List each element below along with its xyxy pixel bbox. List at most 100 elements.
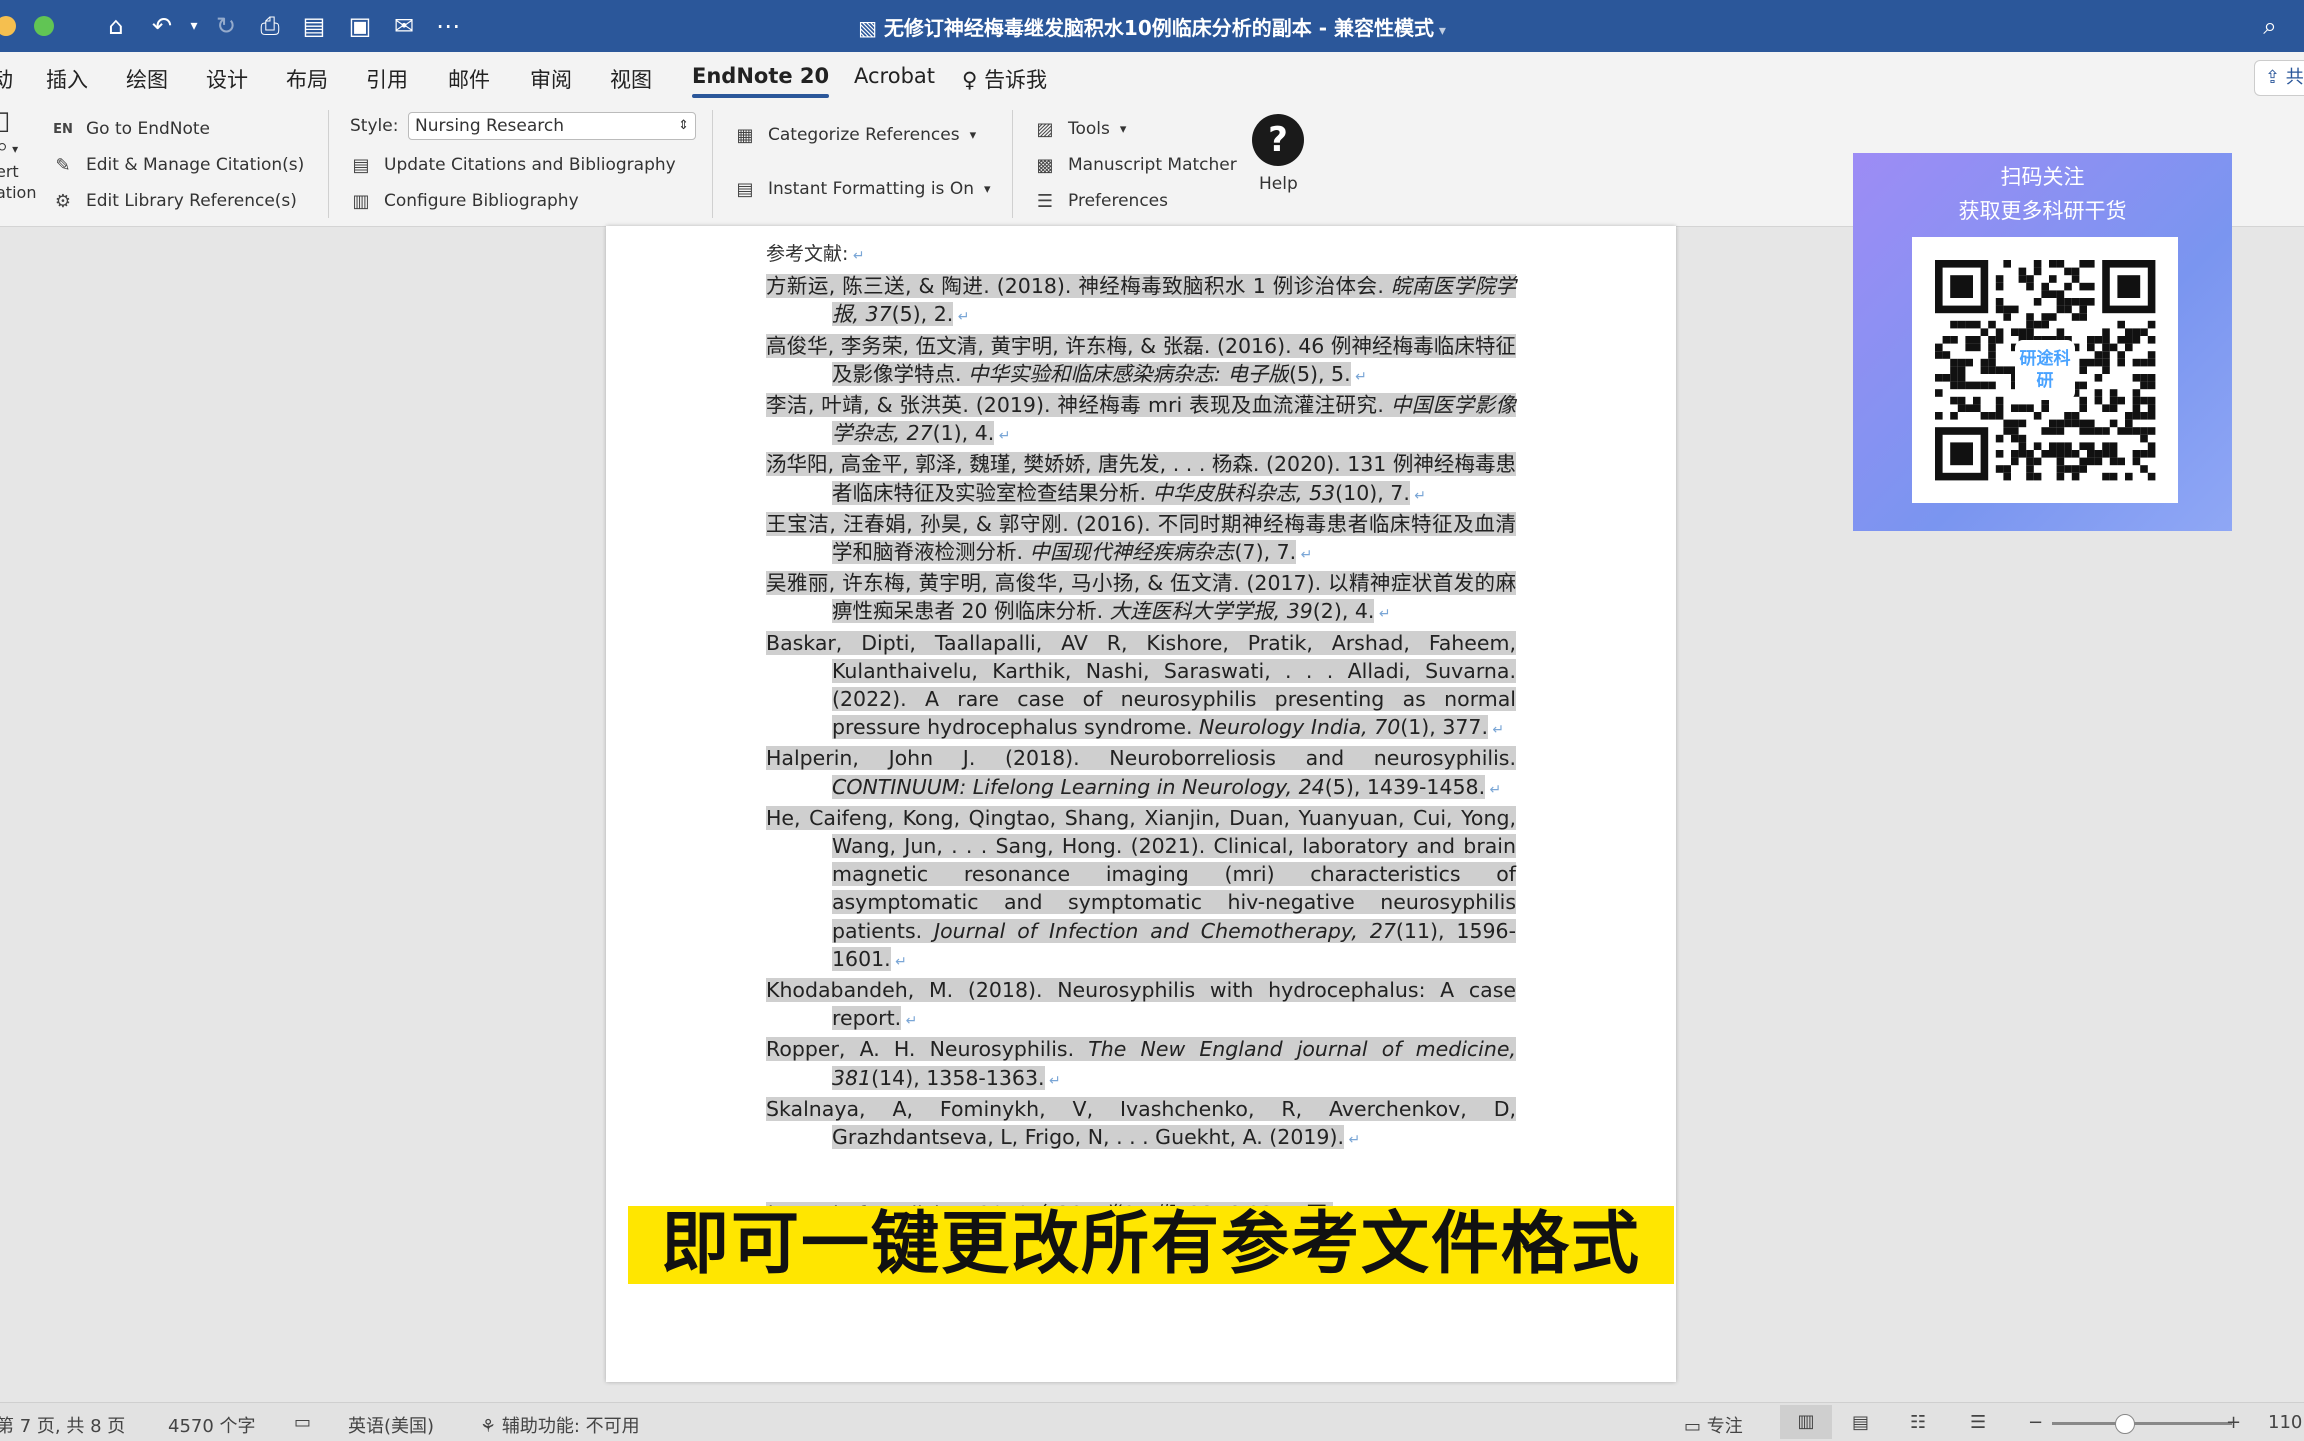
reference-text: (1), 377. — [1400, 715, 1488, 740]
menu-tabs: 动 插入 绘图 设计 布局 引用 邮件 审阅 视图 EndNote 20 Acr… — [0, 52, 2304, 102]
search-icon[interactable]: ⌕ — [2254, 10, 2286, 42]
reference-text: Skalnaya, A, Fominykh, V, Ivashchenko, R… — [766, 1096, 1516, 1150]
proofing-icon[interactable]: ▭ — [294, 1412, 311, 1433]
paragraph-mark: ↵ — [1296, 547, 1313, 564]
go-to-endnote-button[interactable]: EN Go to EndNote — [50, 116, 210, 142]
tab-layout[interactable]: 布局 — [286, 64, 328, 94]
paragraph-mark: ↵ — [1344, 1132, 1361, 1149]
status-bar: 第 7 页, 共 8 页 4570 个字 ▭ 英语(美国) ⚘ 辅助功能: 不可… — [0, 1402, 2304, 1441]
tab-draw[interactable]: 绘图 — [126, 64, 168, 94]
edit-manage-citations-button[interactable]: ✎ Edit & Manage Citation(s) — [50, 152, 304, 178]
zoom-slider[interactable] — [2052, 1414, 2232, 1434]
reference-items: 方新运, 陈三送, & 陶进. (2018). 神经梅毒致脑积水 1 例诊治体会… — [766, 272, 1517, 1154]
tab-mailings[interactable]: 邮件 — [448, 64, 490, 94]
manuscript-matcher-button[interactable]: ▩ Manuscript Matcher — [1032, 152, 1236, 178]
magnifier-icon: ⌕ ▾ — [0, 134, 19, 159]
reference-text: (2), 4. — [1312, 599, 1375, 624]
categorize-references-button[interactable]: ▦ Categorize References ▾ — [732, 122, 976, 148]
insert-citation-button[interactable]: ▯ ⌕ ▾ ert ation — [0, 108, 36, 202]
reference-entry[interactable]: Baskar, Dipti, Taallapalli, AV R, Kishor… — [766, 629, 1516, 745]
paragraph-mark: ↵ — [953, 309, 970, 326]
tab-view[interactable]: 视图 — [610, 64, 652, 94]
configure-bibliography-button[interactable]: ▥ Configure Bibliography — [348, 188, 578, 214]
tab-review[interactable]: 审阅 — [530, 64, 572, 94]
tools-button[interactable]: ▨ Tools ▾ — [1032, 116, 1126, 142]
chevron-down-icon: ▾ — [1119, 121, 1127, 137]
title-chevron-icon[interactable]: ▾ — [1434, 23, 1446, 39]
tab-insert[interactable]: 插入 — [46, 64, 88, 94]
tab-endnote[interactable]: EndNote 20 — [692, 64, 830, 98]
paragraph-mark: ↵ — [1350, 368, 1367, 385]
ribbon-separator — [328, 110, 329, 218]
zoom-in-button[interactable]: + — [2226, 1412, 2241, 1433]
lightbulb-icon: ♀ — [962, 68, 985, 92]
reference-text: CONTINUUM: Lifelong Learning in Neurolog… — [832, 774, 1325, 799]
reference-entry[interactable]: 李洁, 叶靖, & 张洪英. (2019). 神经梅毒 mri 表现及血流灌注研… — [766, 391, 1517, 450]
help-label[interactable]: Help — [1259, 174, 1298, 194]
reference-text: (5), 5. — [1288, 361, 1351, 386]
style-dropdown[interactable]: Nursing Research ⇕ — [408, 112, 696, 140]
reference-entry[interactable]: Khodabandeh, M. (2018). Neurosyphilis wi… — [766, 976, 1516, 1035]
reference-text: Halperin, John J. (2018). Neuroborrelios… — [766, 746, 1516, 771]
zoom-out-button[interactable]: − — [2028, 1412, 2043, 1433]
update-citations-button[interactable]: ▤ Update Citations and Bibliography — [348, 152, 675, 178]
reference-entry[interactable]: 方新运, 陈三送, & 陶进. (2018). 神经梅毒致脑积水 1 例诊治体会… — [766, 272, 1517, 331]
paragraph-mark: ↵ — [1044, 1072, 1061, 1089]
insert-citation-icon: ▯ — [0, 106, 11, 136]
qr-code[interactable]: 研途科研 — [1912, 237, 2178, 503]
print-layout-view-icon[interactable]: ▥ — [1780, 1405, 1832, 1439]
title-bar: ⌂ ↶ ▾ ↻ ⎙ ▤ ▣ ✉ ⋯ ▧ 无修订神经梅毒继发脑积水10例临床分析的… — [0, 0, 2304, 52]
zoom-slider-thumb[interactable] — [2115, 1414, 2135, 1434]
reference-text: 大连医科大学学报, 39 — [1109, 599, 1313, 624]
edit-library-icon: ⚙ — [54, 190, 72, 212]
draft-view-icon[interactable]: ☰ — [1970, 1412, 1986, 1433]
share-icon: ⇪ 共 — [2265, 67, 2304, 88]
tab-design[interactable]: 设计 — [206, 64, 248, 94]
paragraph-mark: ↵ — [1374, 606, 1391, 623]
page-count[interactable]: 第 7 页, 共 8 页 — [0, 1412, 125, 1438]
reference-entry[interactable]: 吴雅丽, 许东梅, 黄宇明, 高俊华, 马小扬, & 伍文清. (2017). … — [766, 569, 1516, 628]
accessibility-status[interactable]: ⚘ 辅助功能: 不可用 — [480, 1412, 640, 1438]
reference-text: 中华实验和临床感染病杂志: 电子版 — [968, 361, 1289, 386]
reference-entry[interactable]: 王宝洁, 汪春娟, 孙昊, & 郭守刚. (2016). 不同时期神经梅毒患者临… — [766, 510, 1516, 569]
reference-text: Khodabandeh, M. (2018). Neurosyphilis wi… — [766, 978, 1516, 1031]
tab-tell-me[interactable]: ♀ 告诉我 — [962, 64, 1047, 94]
reference-entry[interactable]: Skalnaya, A, Fominykh, V, Ivashchenko, R… — [766, 1095, 1516, 1154]
update-icon: ▤ — [352, 154, 370, 176]
reference-text: 方新运, 陈三送, & 陶进. (2018). 神经梅毒致脑积水 1 例诊治体会… — [766, 274, 1391, 299]
reference-entry[interactable]: He, Caifeng, Kong, Qingtao, Shang, Xianj… — [766, 804, 1516, 976]
word-count[interactable]: 4570 个字 — [168, 1412, 256, 1438]
preferences-button[interactable]: ☰ Preferences — [1032, 188, 1168, 214]
edit-library-references-button[interactable]: ⚙ Edit Library Reference(s) — [50, 188, 297, 214]
reference-text: Journal of Infection and Chemotherapy, 2… — [934, 918, 1396, 943]
reference-entry[interactable]: Halperin, John J. (2018). Neuroborrelios… — [766, 744, 1516, 803]
document-icon: ▧ — [858, 16, 884, 40]
focus-button[interactable]: ▭ 专注 — [1684, 1412, 1743, 1438]
language-indicator[interactable]: 英语(美国) — [348, 1412, 434, 1438]
reference-entry[interactable]: 汤华阳, 高金平, 郭泽, 魏瑾, 樊娇娇, 唐先发, . . . 杨森. (2… — [766, 450, 1516, 509]
reference-text: (14), 1358-1363. — [871, 1065, 1045, 1090]
help-icon[interactable]: ? — [1252, 114, 1304, 166]
document-title: ▧ 无修订神经梅毒继发脑积水10例临床分析的副本 - 兼容性模式 ▾ — [858, 16, 1446, 40]
instant-formatting-button[interactable]: ▤ Instant Formatting is On ▾ — [732, 176, 990, 202]
chevron-down-icon: ▾ — [969, 127, 977, 143]
reference-entry[interactable]: 高俊华, 李务荣, 伍文清, 黄宇明, 许东梅, & 张磊. (2016). 4… — [766, 332, 1516, 391]
focus-icon: ▭ — [1684, 1416, 1707, 1437]
tab-acrobat[interactable]: Acrobat — [854, 64, 935, 88]
paragraph-mark: ↵ — [994, 428, 1011, 445]
tab-references[interactable]: 引用 — [366, 64, 408, 94]
share-button[interactable]: ⇪ 共 — [2254, 60, 2304, 96]
reference-text: 李洁, 叶靖, & 张洪英. (2019). 神经梅毒 mri 表现及血流灌注研… — [766, 393, 1391, 418]
outline-view-icon[interactable]: ☷ — [1910, 1412, 1926, 1433]
paragraph-mark: ↵ — [1487, 722, 1505, 739]
reference-text: Ropper, A. H. Neurosyphilis. — [766, 1037, 1089, 1062]
zoom-level[interactable]: 110 — [2268, 1412, 2302, 1433]
web-layout-view-icon[interactable]: ▤ — [1852, 1412, 1869, 1433]
reference-entry[interactable]: Ropper, A. H. Neurosyphilis. The New Eng… — [766, 1035, 1516, 1094]
references-heading: 参考文献: ↵ — [766, 243, 865, 265]
paragraph-mark: ↵ — [1409, 487, 1427, 504]
manuscript-icon: ▩ — [1036, 154, 1054, 176]
reference-list: 参考文献: ↵ 方新运, 陈三送, & 陶进. (2018). 神经梅毒致脑积水… — [766, 240, 1517, 1260]
updown-icon: ⇕ — [678, 118, 689, 133]
tab-partial[interactable]: 动 — [0, 64, 13, 94]
